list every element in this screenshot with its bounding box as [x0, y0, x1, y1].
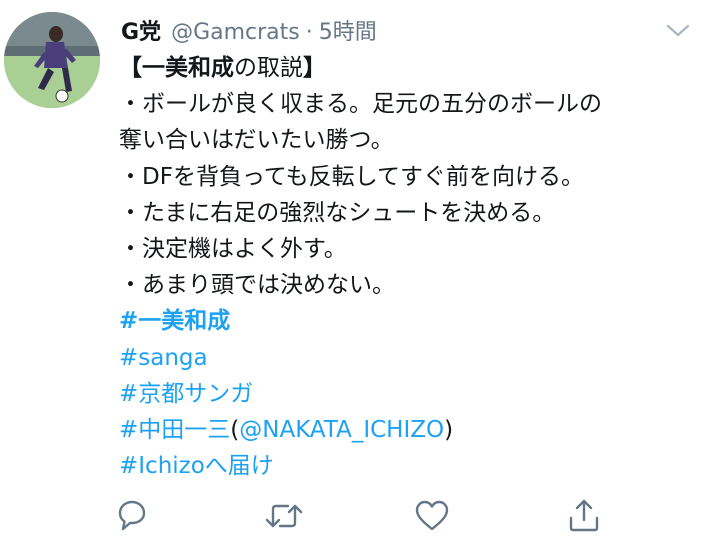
hashtag-line: #中田一三(@NAKATA_ICHIZO)	[119, 412, 704, 448]
title-close-bracket: 】	[303, 55, 326, 81]
mention-nakata[interactable]: @NAKATA_ICHIZO	[239, 417, 444, 443]
share-button[interactable]	[564, 496, 608, 538]
hashtag-nakata[interactable]: #中田一三	[119, 417, 230, 443]
tweet-text: 【一美和成の取説】 ・ボールが良く収まる。足元の五分のボールの 奪い合いはだいた…	[119, 50, 704, 484]
share-icon	[569, 499, 599, 532]
timestamp[interactable]: 5時間	[319, 14, 377, 46]
hashtag-sanga[interactable]: #sanga	[119, 345, 208, 371]
reply-icon	[118, 500, 146, 531]
heart-icon	[415, 500, 449, 531]
avatar[interactable]	[4, 12, 100, 108]
tweet-line: ・決定機はよく外す。	[119, 236, 347, 263]
tweet-line: ・ボールが良く収まる。足元の五分のボールの	[119, 91, 602, 118]
like-button[interactable]	[412, 496, 456, 538]
tweet-line: ・DFを背負っても反転してすぐ前を向ける。	[119, 163, 584, 190]
mention-open-paren: (	[230, 417, 240, 444]
chevron-down-icon[interactable]	[664, 20, 692, 40]
hashtag-line: #Ichizoへ届け	[119, 448, 704, 484]
tweet-actions	[110, 496, 610, 538]
mention-close-paren: )	[444, 417, 454, 444]
title-bold: 一美和成	[142, 55, 234, 81]
tweet-line: ・あまり頭では決めない。	[119, 272, 395, 299]
separator-dot: ·	[305, 20, 313, 45]
hashtag-ichizo[interactable]: #Ichizoへ届け	[119, 453, 274, 479]
tweet-header: G党 @Gamcrats · 5時間	[121, 14, 658, 46]
avatar-image	[4, 12, 100, 108]
retweet-button[interactable]	[262, 496, 306, 538]
user-handle[interactable]: @Gamcrats	[171, 20, 300, 45]
reply-button[interactable]	[112, 496, 156, 538]
hashtag-line: #一美和成	[119, 303, 704, 339]
tweet-title: 【一美和成の取説】	[119, 50, 704, 86]
tweet-line: ・たまに右足の強烈なシュートを決める。	[119, 199, 556, 226]
display-name[interactable]: G党	[121, 14, 161, 46]
hashtag-line: #京都サンガ	[119, 376, 704, 412]
hashtag-kyoto-sanga[interactable]: #京都サンガ	[119, 381, 253, 407]
title-rest: の取説	[234, 55, 303, 81]
hashtag-ichimi[interactable]: #一美和成	[119, 308, 230, 334]
retweet-icon	[265, 504, 303, 528]
tweet-line: 奪い合いはだいたい勝つ。	[119, 127, 394, 154]
hashtag-line: #sanga	[119, 340, 704, 376]
title-open-bracket: 【	[119, 55, 142, 81]
